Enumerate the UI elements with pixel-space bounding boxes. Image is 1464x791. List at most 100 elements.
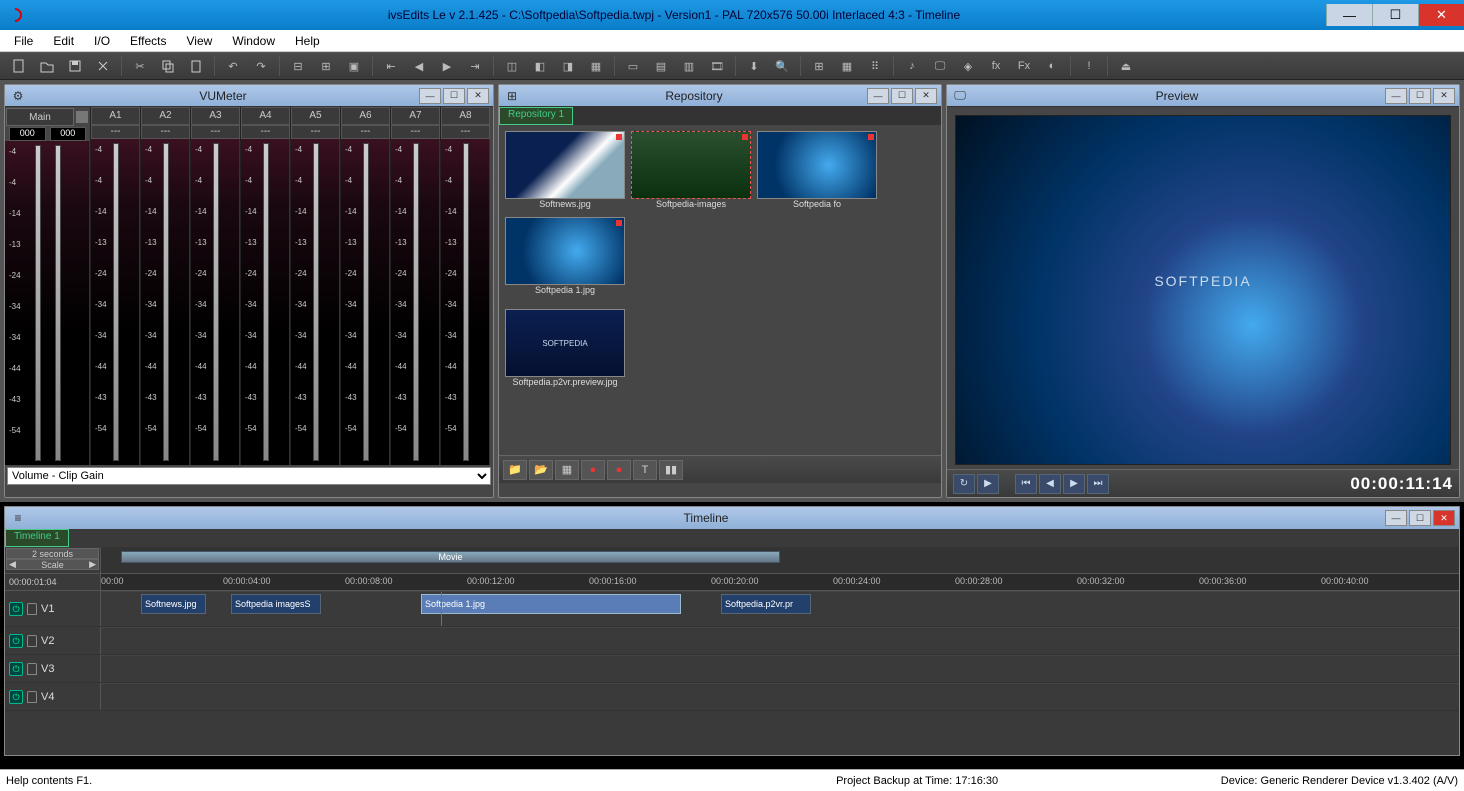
grid-icon[interactable]: ▦ xyxy=(834,55,860,77)
vu-mode-select[interactable]: Volume - Clip Gain xyxy=(7,467,491,485)
vu-meter[interactable]: -4-4-14-13-24-34-34-44-43-54 xyxy=(141,139,190,465)
film-icon[interactable]: 🎞 xyxy=(704,55,730,77)
tool-icon[interactable]: ◫ xyxy=(499,55,525,77)
repo-item[interactable]: SOFTPEDIA Softpedia.p2vr.preview.jpg xyxy=(505,309,625,389)
minimize-icon[interactable]: — xyxy=(867,88,889,104)
redo-icon[interactable]: ↷ xyxy=(248,55,274,77)
grid-icon[interactable]: ⊞ xyxy=(503,88,521,104)
go-start-icon[interactable]: ⏮ xyxy=(1015,474,1037,494)
nav-next-icon[interactable]: ▶ xyxy=(434,55,460,77)
repo-tool-icon[interactable]: 📁 xyxy=(503,460,527,480)
repo-tool-icon[interactable]: ▦ xyxy=(555,460,579,480)
cut-icon[interactable]: ✂ xyxy=(127,55,153,77)
tool-icon[interactable]: ◧ xyxy=(527,55,553,77)
lock-icon[interactable] xyxy=(27,603,37,615)
repo-item[interactable]: Softnews.jpg xyxy=(505,131,625,211)
repo-tab[interactable]: Repository 1 xyxy=(499,107,573,125)
close-button[interactable]: ✕ xyxy=(1418,4,1464,26)
track-header[interactable]: ⏻ V1 xyxy=(5,591,101,626)
vu-meter[interactable]: -4-4-14-13-24-34-34-44-43-54 xyxy=(191,139,240,465)
copy-icon[interactable] xyxy=(155,55,181,77)
track-header[interactable]: ⏻ V3 xyxy=(5,655,101,682)
go-end-icon[interactable]: ⏭ xyxy=(1087,474,1109,494)
fx-icon[interactable]: fx xyxy=(983,55,1009,77)
tool-icon[interactable]: ▥ xyxy=(676,55,702,77)
settings-icon[interactable] xyxy=(90,55,116,77)
lock-icon[interactable] xyxy=(75,110,89,124)
vu-meter[interactable]: -4-4-14-13-24-34-34-44-43-54 xyxy=(441,139,490,465)
grid-icon[interactable]: ⠿ xyxy=(862,55,888,77)
power-icon[interactable]: ⏻ xyxy=(9,662,23,676)
new-icon[interactable] xyxy=(6,55,32,77)
repo-tool-icon[interactable]: 📂 xyxy=(529,460,553,480)
track-area[interactable] xyxy=(101,683,1459,710)
track-area[interactable] xyxy=(101,627,1459,654)
repo-item[interactable]: Softpedia fo xyxy=(757,131,877,211)
vu-meter[interactable]: -4-4-14-13-24-34-34-44-43-54 xyxy=(241,139,290,465)
monitor-icon[interactable]: 🖵 xyxy=(927,55,953,77)
save-icon[interactable] xyxy=(62,55,88,77)
timeline-clip[interactable]: Softpedia imagesS xyxy=(231,594,321,614)
menu-edit[interactable]: Edit xyxy=(43,32,84,50)
minimize-icon[interactable]: — xyxy=(419,88,441,104)
monitor-icon[interactable]: 🖵 xyxy=(951,88,969,104)
maximize-icon[interactable]: ☐ xyxy=(443,88,465,104)
nav-first-icon[interactable]: ⇤ xyxy=(378,55,404,77)
track-header[interactable]: ⏻ V4 xyxy=(5,683,101,710)
grid-icon[interactable]: ⊞ xyxy=(806,55,832,77)
menu-io[interactable]: I/O xyxy=(84,32,120,50)
vu-meter[interactable]: -4-4-14-13-24-34-34-44-43-54 xyxy=(91,139,140,465)
maximize-icon[interactable]: ☐ xyxy=(891,88,913,104)
overview-clip[interactable]: Movie xyxy=(121,551,780,563)
power-icon[interactable]: ⏻ xyxy=(9,602,23,616)
lock-icon[interactable] xyxy=(27,635,37,647)
alert-icon[interactable]: ! xyxy=(1076,55,1102,77)
nav-prev-icon[interactable]: ◀ xyxy=(406,55,432,77)
tool-icon[interactable]: ⊞ xyxy=(313,55,339,77)
tool-icon[interactable]: ◨ xyxy=(555,55,581,77)
minimize-button[interactable]: — xyxy=(1326,4,1372,26)
maximize-button[interactable]: ☐ xyxy=(1372,4,1418,26)
vu-settings-icon[interactable]: ⚙ xyxy=(9,88,27,104)
menu-window[interactable]: Window xyxy=(222,32,285,50)
vu-meter[interactable]: -4-4-14-13-24-34-34-44-43-54 xyxy=(291,139,340,465)
paste-icon[interactable] xyxy=(183,55,209,77)
close-icon[interactable]: ✕ xyxy=(1433,510,1455,526)
playhead[interactable] xyxy=(441,592,442,626)
list-icon[interactable]: ≡ xyxy=(9,510,27,526)
tool-icon[interactable]: ◐ xyxy=(1039,55,1065,77)
menu-file[interactable]: File xyxy=(4,32,43,50)
close-icon[interactable]: ✕ xyxy=(467,88,489,104)
vu-meter[interactable]: -4-4-14-13-24-34-34-44-43-54 xyxy=(391,139,440,465)
minimize-icon[interactable]: — xyxy=(1385,510,1407,526)
vu-meter[interactable]: -4-4-14-13-24-34-34-44-43-54 xyxy=(341,139,390,465)
open-icon[interactable] xyxy=(34,55,60,77)
timeline-ruler[interactable]: 00:0000:00:04:0000:00:08:0000:00:12:0000… xyxy=(101,574,1459,590)
close-icon[interactable]: ✕ xyxy=(915,88,937,104)
repo-record-icon[interactable]: ● xyxy=(581,460,605,480)
tool-icon[interactable]: ⊟ xyxy=(285,55,311,77)
timeline-tab[interactable]: Timeline 1 xyxy=(5,529,69,547)
audio-icon[interactable]: ♪ xyxy=(899,55,925,77)
menu-view[interactable]: View xyxy=(177,32,223,50)
import-icon[interactable]: ⬇ xyxy=(741,55,767,77)
loop-icon[interactable]: ↻ xyxy=(953,474,975,494)
tool-icon[interactable]: ▣ xyxy=(341,55,367,77)
minimize-icon[interactable]: — xyxy=(1385,88,1407,104)
timeline-clip[interactable]: Softnews.jpg xyxy=(141,594,206,614)
close-icon[interactable]: ✕ xyxy=(1433,88,1455,104)
step-fwd-icon[interactable]: ▶ xyxy=(1063,474,1085,494)
track-header[interactable]: ⏻ V2 xyxy=(5,627,101,654)
tool-icon[interactable]: ▦ xyxy=(583,55,609,77)
menu-help[interactable]: Help xyxy=(285,32,330,50)
play-icon[interactable]: ▶ xyxy=(977,474,999,494)
track-area[interactable] xyxy=(101,655,1459,682)
lock-icon[interactable] xyxy=(27,663,37,675)
tool-icon[interactable]: ▭ xyxy=(620,55,646,77)
vu-meter[interactable]: -4-4-14-13-24-34-34-44-43-54 xyxy=(5,141,90,465)
nav-last-icon[interactable]: ⇥ xyxy=(462,55,488,77)
tool-icon[interactable]: ▤ xyxy=(648,55,674,77)
power-icon[interactable]: ⏻ xyxy=(9,690,23,704)
lock-icon[interactable] xyxy=(27,691,37,703)
fx-icon[interactable]: ◈ xyxy=(955,55,981,77)
